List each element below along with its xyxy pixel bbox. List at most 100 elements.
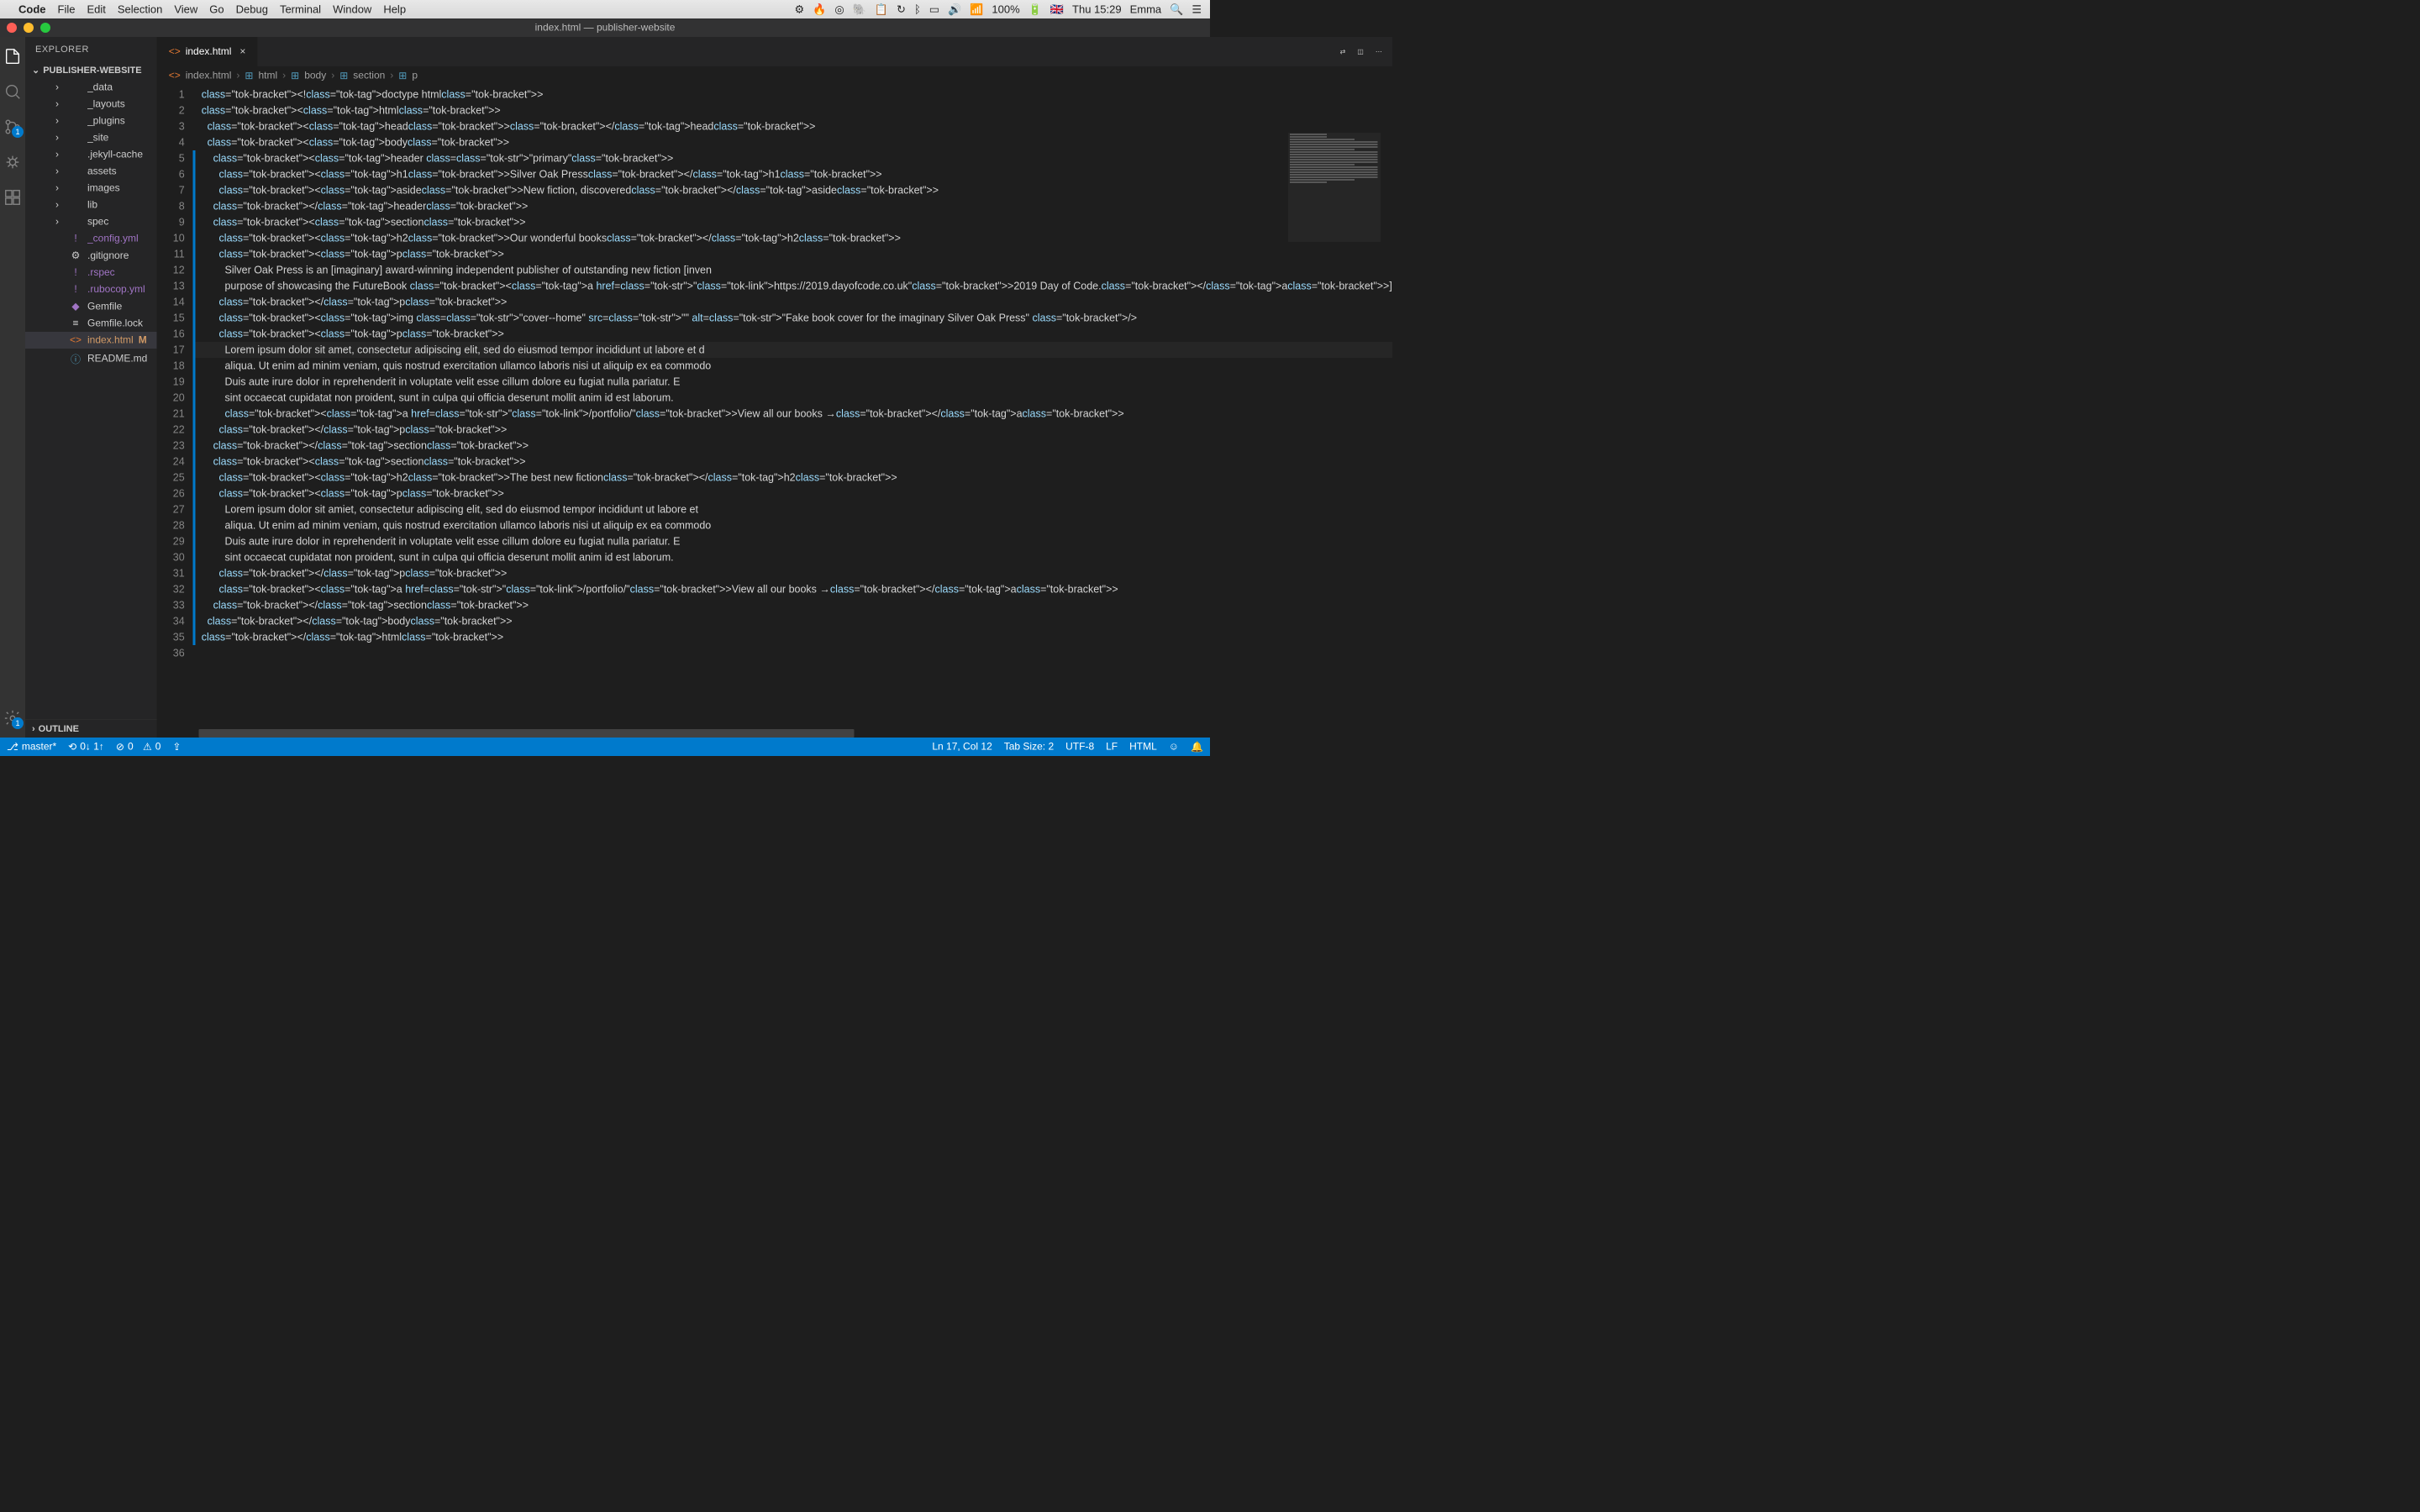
activity-explorer[interactable] bbox=[0, 44, 25, 69]
project-header[interactable]: ⌄ PUBLISHER-WEBSITE bbox=[25, 61, 157, 79]
tree-item--config-yml[interactable]: !_config.yml bbox=[25, 230, 157, 247]
activity-search[interactable] bbox=[0, 79, 25, 104]
status-language[interactable]: HTML bbox=[1129, 741, 1157, 753]
breadcrumb[interactable]: <> index.html › ⊞ html › ⊞ body › ⊞ sect… bbox=[157, 66, 1392, 85]
notifications-icon[interactable]: 🔔 bbox=[1191, 741, 1203, 753]
status-tray-icon[interactable]: 🐘 bbox=[853, 3, 866, 16]
time-machine-icon[interactable]: ↻ bbox=[897, 3, 906, 16]
chevron-right-icon: › bbox=[55, 216, 64, 228]
volume-icon[interactable]: 🔊 bbox=[948, 3, 961, 16]
status-tabsize[interactable]: Tab Size: 2 bbox=[1004, 741, 1054, 753]
file-label: _plugins bbox=[87, 115, 150, 127]
menu-file[interactable]: File bbox=[58, 3, 76, 16]
user-name[interactable]: Emma bbox=[1130, 3, 1162, 16]
file-icon: ⚙ bbox=[69, 249, 82, 262]
chevron-right-icon: › bbox=[55, 98, 64, 110]
tree-item--rspec[interactable]: !.rspec bbox=[25, 265, 157, 281]
status-problems[interactable]: ⊘0 ⚠0 bbox=[116, 741, 161, 753]
tree-item-index-html[interactable]: <>index.htmlM bbox=[25, 332, 157, 349]
status-tray-icon[interactable]: 📋 bbox=[875, 3, 888, 16]
status-encoding[interactable]: UTF-8 bbox=[1065, 741, 1094, 753]
activity-extensions[interactable] bbox=[0, 185, 25, 210]
tree-item-readme-md[interactable]: ⓘREADME.md bbox=[25, 349, 157, 369]
window-title: index.html — publisher-website bbox=[535, 22, 676, 34]
window-maximize-button[interactable] bbox=[40, 23, 50, 33]
chevron-right-icon: › bbox=[55, 165, 64, 177]
tree-item-assets[interactable]: ›assets bbox=[25, 163, 157, 180]
app-menu[interactable]: Code bbox=[18, 3, 46, 16]
control-center-icon[interactable]: ☰ bbox=[1192, 3, 1202, 16]
menu-terminal[interactable]: Terminal bbox=[280, 3, 321, 16]
file-tree: ›_data›_layouts›_plugins›_site›.jekyll-c… bbox=[25, 79, 157, 720]
display-icon[interactable]: ▭ bbox=[929, 3, 939, 16]
minimap[interactable] bbox=[1288, 133, 1381, 242]
tree-item-lib[interactable]: ›lib bbox=[25, 197, 157, 213]
crumb-p[interactable]: p bbox=[412, 70, 418, 81]
horizontal-scrollbar[interactable] bbox=[199, 729, 855, 738]
tree-item-images[interactable]: ›images bbox=[25, 180, 157, 197]
menu-window[interactable]: Window bbox=[333, 3, 371, 16]
file-icon: ⓘ bbox=[69, 351, 82, 366]
activity-settings[interactable]: 1 bbox=[0, 706, 25, 731]
status-branch[interactable]: ⎇ master* bbox=[7, 741, 56, 753]
tree-item--gitignore[interactable]: ⚙.gitignore bbox=[25, 247, 157, 265]
file-icon: ! bbox=[69, 267, 82, 279]
bluetooth-icon[interactable]: ᛒ bbox=[914, 3, 921, 16]
compare-changes-icon[interactable]: ⇄ bbox=[1340, 48, 1346, 56]
battery-icon[interactable]: 🔋 bbox=[1028, 3, 1042, 16]
menu-edit[interactable]: Edit bbox=[87, 3, 105, 16]
menu-view[interactable]: View bbox=[174, 3, 197, 16]
status-tray-icon[interactable]: 🔥 bbox=[813, 3, 826, 16]
branch-name: master* bbox=[22, 741, 56, 753]
tree-item--jekyll-cache[interactable]: ›.jekyll-cache bbox=[25, 146, 157, 163]
macos-menubar: Code File Edit Selection View Go Debug T… bbox=[0, 0, 1210, 18]
file-icon: <> bbox=[69, 334, 82, 346]
feedback-icon[interactable]: ☺ bbox=[1169, 741, 1179, 753]
battery-percent[interactable]: 100% bbox=[992, 3, 1019, 16]
status-cursor[interactable]: Ln 17, Col 12 bbox=[932, 741, 992, 753]
explorer-title: EXPLORER bbox=[25, 37, 157, 61]
window-close-button[interactable] bbox=[7, 23, 17, 33]
status-eol[interactable]: LF bbox=[1106, 741, 1118, 753]
window-minimize-button[interactable] bbox=[24, 23, 34, 33]
menu-go[interactable]: Go bbox=[209, 3, 224, 16]
more-actions-icon[interactable]: ⋯ bbox=[1376, 48, 1382, 56]
status-live-share[interactable]: ⇪ bbox=[172, 741, 181, 753]
menu-debug[interactable]: Debug bbox=[236, 3, 268, 16]
line-number-gutter: 1234567891011121314151617181920212223242… bbox=[157, 85, 195, 738]
status-tray-icon[interactable]: ⚙ bbox=[794, 3, 804, 16]
crumb-html[interactable]: html bbox=[258, 70, 277, 81]
tab-index-html[interactable]: <> index.html × bbox=[157, 37, 258, 66]
tree-item-gemfile[interactable]: ◆Gemfile bbox=[25, 298, 157, 316]
error-icon: ⊘ bbox=[116, 741, 124, 753]
crumb-section[interactable]: section bbox=[353, 70, 385, 81]
spotlight-icon[interactable]: 🔍 bbox=[1170, 3, 1183, 16]
clock[interactable]: Thu 15:29 bbox=[1072, 3, 1122, 16]
tree-item--site[interactable]: ›_site bbox=[25, 129, 157, 146]
split-editor-icon[interactable]: ◫ bbox=[1357, 48, 1364, 56]
tree-item--rubocop-yml[interactable]: !.rubocop.yml bbox=[25, 281, 157, 298]
crumb-body[interactable]: body bbox=[304, 70, 326, 81]
code-editor[interactable]: 1234567891011121314151617181920212223242… bbox=[157, 85, 1392, 738]
code-content[interactable]: class="tok-bracket"><!class="tok-tag">do… bbox=[195, 85, 1392, 738]
wifi-icon[interactable]: 📶 bbox=[970, 3, 983, 16]
tree-item--layouts[interactable]: › _layouts bbox=[25, 96, 157, 113]
file-label: _layouts bbox=[87, 98, 150, 110]
menu-help[interactable]: Help bbox=[383, 3, 406, 16]
activity-source-control[interactable]: 1 bbox=[0, 114, 25, 139]
tree-item-gemfile-lock[interactable]: ≡Gemfile.lock bbox=[25, 315, 157, 332]
tree-item--plugins[interactable]: ›_plugins bbox=[25, 113, 157, 129]
window-titlebar: index.html — publisher-website bbox=[0, 18, 1210, 37]
status-tray-icon[interactable]: ◎ bbox=[834, 3, 844, 16]
status-sync[interactable]: ⟲ 0↓ 1↑ bbox=[68, 741, 104, 753]
chevron-down-icon: ⌄ bbox=[32, 65, 39, 76]
outline-header[interactable]: › OUTLINE bbox=[25, 720, 157, 738]
menu-selection[interactable]: Selection bbox=[118, 3, 162, 16]
flag-icon[interactable]: 🇬🇧 bbox=[1050, 3, 1064, 16]
tree-item--data[interactable]: ›_data bbox=[25, 79, 157, 96]
tree-item-spec[interactable]: ›spec bbox=[25, 213, 157, 230]
crumb-file[interactable]: index.html bbox=[186, 70, 232, 81]
activity-debug[interactable] bbox=[0, 150, 25, 175]
tab-close-icon[interactable]: × bbox=[239, 46, 245, 58]
file-label: Gemfile.lock bbox=[87, 318, 150, 329]
